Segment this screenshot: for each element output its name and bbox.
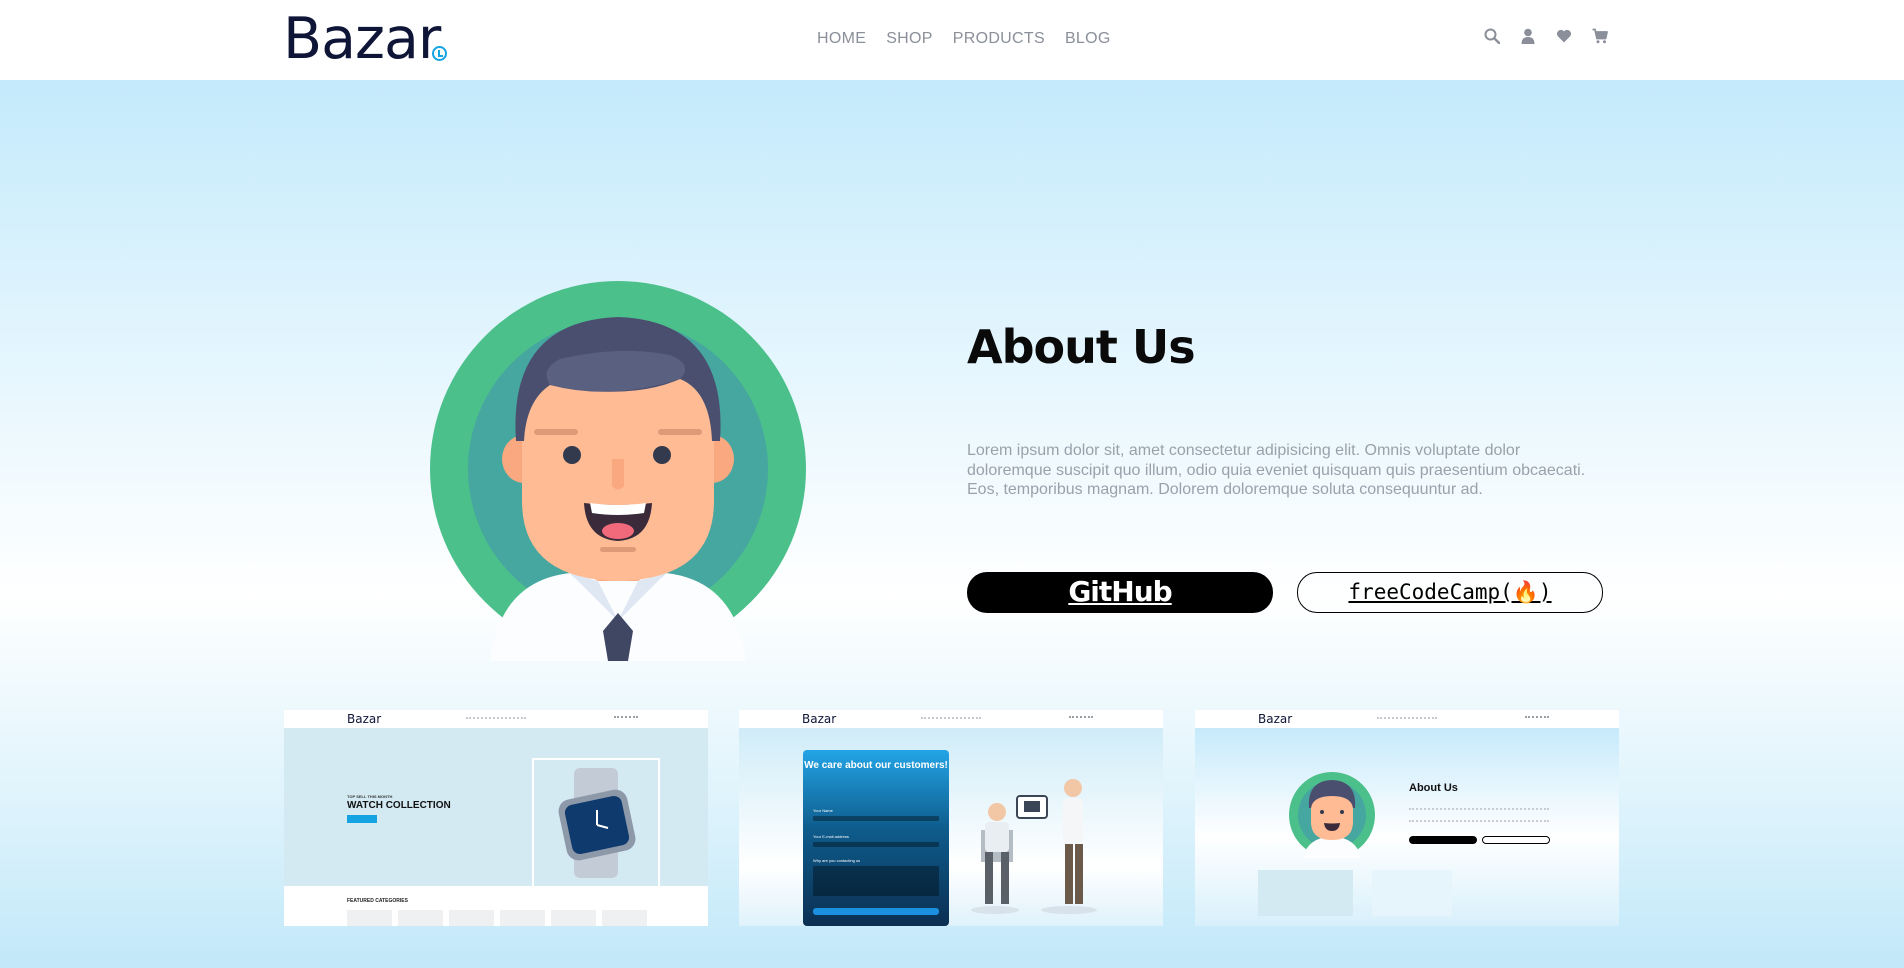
- thumb-email-label: Your E-mail address: [813, 834, 849, 839]
- thumb-logo: Bazar: [802, 712, 837, 726]
- people-illustration: [971, 779, 1097, 914]
- thumb-nav: [1377, 717, 1437, 720]
- site-header: Bazar HOME SHOP PRODUCTS BLOG: [0, 0, 1904, 80]
- thumb-send-button: [813, 908, 939, 915]
- thumb-nav: [466, 717, 526, 720]
- thumb-header: Bazar: [739, 710, 1163, 728]
- header-icons: [1484, 28, 1608, 44]
- thumb-message-field: [813, 866, 939, 896]
- main-nav: HOME SHOP PRODUCTS BLOG: [817, 30, 1111, 48]
- about-description: Lorem ipsum dolor sit, amet consectetur …: [967, 442, 1586, 498]
- github-button[interactable]: GitHub: [967, 572, 1273, 613]
- thumb-hero: TOP SELL THIS MONTH WATCH COLLECTION: [284, 728, 708, 898]
- thumb-nav: [921, 717, 981, 720]
- thumb-name-label: Your Name: [813, 808, 833, 813]
- thumb-icons: [614, 716, 638, 720]
- heart-icon[interactable]: [1556, 28, 1572, 44]
- site-logo[interactable]: Bazar: [283, 6, 441, 72]
- about-hero: About Us Lorem ipsum dolor sit, amet con…: [0, 80, 1904, 968]
- thumb-header: Bazar: [1195, 710, 1619, 728]
- watch-image: [558, 768, 636, 878]
- project-thumbnail-about[interactable]: Bazar About Us: [1195, 710, 1619, 926]
- thumb-mini-contact: [1372, 870, 1452, 916]
- thumb-logo: Bazar: [1258, 712, 1293, 726]
- logo-clock-icon: [432, 46, 447, 61]
- avatar-illustration: [430, 281, 806, 661]
- freecodecamp-button[interactable]: freeCodeCamp(🔥): [1297, 572, 1603, 613]
- thumb-subtitle: TOP SELL THIS MONTH: [347, 794, 393, 799]
- thumb-github-button: [1409, 836, 1477, 844]
- thumb-why-label: Why are you contacting us: [813, 858, 861, 863]
- thumb-header: Bazar: [284, 710, 708, 728]
- project-thumbnail-shop[interactable]: Bazar TOP SELL THIS MONTH WATCH COLLECTI…: [284, 710, 708, 926]
- nav-home[interactable]: HOME: [817, 30, 866, 48]
- thumb-mini-shop: [1258, 870, 1353, 916]
- thumb-name-field: [813, 816, 939, 821]
- thumb-icons: [1069, 716, 1093, 720]
- thumb-shop-button: [347, 815, 377, 823]
- mini-avatar: [1289, 772, 1375, 858]
- nav-blog[interactable]: BLOG: [1065, 30, 1111, 48]
- thumb-contact-form: We care about our customers! Your Name Y…: [803, 750, 949, 926]
- thumb-fcc-button: [1482, 836, 1550, 844]
- thumb-about-title: About Us: [1409, 782, 1458, 794]
- search-icon[interactable]: [1484, 28, 1500, 44]
- project-thumbnail-contact[interactable]: Bazar We care about our customers! Your …: [739, 710, 1163, 926]
- thumb-categories: [347, 910, 647, 926]
- thumb-form-title: We care about our customers!: [804, 760, 948, 771]
- cart-icon[interactable]: [1592, 28, 1608, 44]
- nav-products[interactable]: PRODUCTS: [953, 30, 1045, 48]
- thumb-about-text: [1409, 808, 1549, 822]
- thumb-icons: [1525, 716, 1549, 720]
- thumb-email-field: [813, 842, 939, 847]
- about-title: About Us: [967, 320, 1196, 374]
- thumb-logo: Bazar: [347, 712, 382, 726]
- thumb-featured-heading: FEATURED CATEGORIES: [347, 898, 408, 904]
- thumb-title: WATCH COLLECTION: [347, 800, 451, 811]
- nav-shop[interactable]: SHOP: [886, 30, 933, 48]
- user-icon[interactable]: [1520, 28, 1536, 44]
